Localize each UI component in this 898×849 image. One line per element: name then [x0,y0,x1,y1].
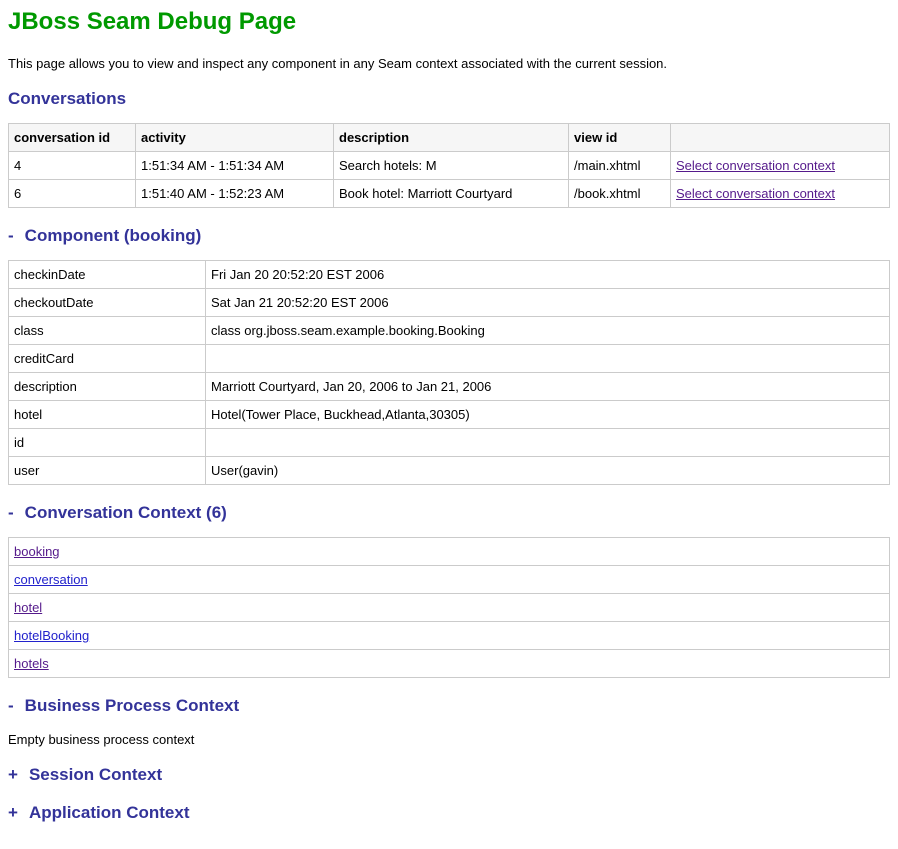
table-row: 6 1:51:40 AM - 1:52:23 AM Book hotel: Ma… [9,180,890,208]
property-value-cell [206,429,890,457]
table-row: class class org.jboss.seam.example.booki… [9,317,890,345]
table-row: booking [9,538,890,566]
context-entry-cell: booking [9,538,890,566]
collapse-toggle[interactable]: - [8,503,14,523]
conversations-table: conversation id activity description vie… [8,123,890,208]
property-name-cell: checkinDate [9,261,206,289]
activity-cell: 1:51:34 AM - 1:51:34 AM [136,152,334,180]
view-id-cell: /book.xhtml [569,180,671,208]
context-entry-link-conversation[interactable]: conversation [14,572,88,587]
session-context-heading: + Session Context [8,765,890,785]
property-name-cell: user [9,457,206,485]
property-value-cell: Sat Jan 21 20:52:20 EST 2006 [206,289,890,317]
table-row: id [9,429,890,457]
column-header-conversation-id: conversation id [9,124,136,152]
context-entry-cell: conversation [9,566,890,594]
component-table: checkinDate Fri Jan 20 20:52:20 EST 2006… [8,260,890,485]
component-heading: -Component (booking) [8,226,890,246]
property-name-cell: creditCard [9,345,206,373]
context-entry-cell: hotelBooking [9,622,890,650]
collapse-toggle[interactable]: - [8,696,14,716]
property-name-cell: checkoutDate [9,289,206,317]
application-context-heading-label: Application Context [29,803,190,822]
component-heading-label: Component (booking) [25,226,202,245]
expand-toggle[interactable]: + [8,803,18,823]
property-value-cell: Hotel(Tower Place, Buckhead,Atlanta,3030… [206,401,890,429]
select-conversation-context-link[interactable]: Select conversation context [676,186,835,201]
conversation-context-table: booking conversation hotel hotelBooking … [8,537,890,678]
column-header-actions [671,124,890,152]
page-description: This page allows you to view and inspect… [8,56,890,71]
context-entry-link-hotel[interactable]: hotel [14,600,42,615]
business-process-context-heading: -Business Process Context [8,696,890,716]
expand-toggle[interactable]: + [8,765,18,785]
property-value-cell: User(gavin) [206,457,890,485]
table-row: hotel Hotel(Tower Place, Buckhead,Atlant… [9,401,890,429]
property-value-cell: class org.jboss.seam.example.booking.Boo… [206,317,890,345]
property-name-cell: id [9,429,206,457]
description-cell: Search hotels: M [334,152,569,180]
action-cell: Select conversation context [671,180,890,208]
business-process-context-heading-label: Business Process Context [25,696,239,715]
session-context-heading-label: Session Context [29,765,162,784]
conversations-header-row: conversation id activity description vie… [9,124,890,152]
column-header-description: description [334,124,569,152]
property-name-cell: class [9,317,206,345]
context-entry-cell: hotels [9,650,890,678]
property-value-cell: Marriott Courtyard, Jan 20, 2006 to Jan … [206,373,890,401]
conversation-id-cell: 6 [9,180,136,208]
context-entry-cell: hotel [9,594,890,622]
context-entry-link-booking[interactable]: booking [14,544,60,559]
column-header-view-id: view id [569,124,671,152]
context-entry-link-hotelBooking[interactable]: hotelBooking [14,628,89,643]
table-row: hotel [9,594,890,622]
view-id-cell: /main.xhtml [569,152,671,180]
activity-cell: 1:51:40 AM - 1:52:23 AM [136,180,334,208]
property-value-cell [206,345,890,373]
table-row: hotels [9,650,890,678]
description-cell: Book hotel: Marriott Courtyard [334,180,569,208]
table-row: checkoutDate Sat Jan 21 20:52:20 EST 200… [9,289,890,317]
conversation-id-cell: 4 [9,152,136,180]
conversations-heading: Conversations [8,89,890,109]
page-title: JBoss Seam Debug Page [8,8,890,36]
application-context-heading: + Application Context [8,803,890,823]
column-header-activity: activity [136,124,334,152]
table-row: 4 1:51:34 AM - 1:51:34 AM Search hotels:… [9,152,890,180]
table-row: creditCard [9,345,890,373]
conversation-context-heading: -Conversation Context (6) [8,503,890,523]
property-name-cell: hotel [9,401,206,429]
conversation-context-heading-label: Conversation Context (6) [25,503,227,522]
empty-business-process-message: Empty business process context [8,732,890,747]
table-row: user User(gavin) [9,457,890,485]
table-row: hotelBooking [9,622,890,650]
table-row: description Marriott Courtyard, Jan 20, … [9,373,890,401]
property-value-cell: Fri Jan 20 20:52:20 EST 2006 [206,261,890,289]
context-entry-link-hotels[interactable]: hotels [14,656,49,671]
collapse-toggle[interactable]: - [8,226,14,246]
table-row: conversation [9,566,890,594]
table-row: checkinDate Fri Jan 20 20:52:20 EST 2006 [9,261,890,289]
property-name-cell: description [9,373,206,401]
action-cell: Select conversation context [671,152,890,180]
select-conversation-context-link[interactable]: Select conversation context [676,158,835,173]
